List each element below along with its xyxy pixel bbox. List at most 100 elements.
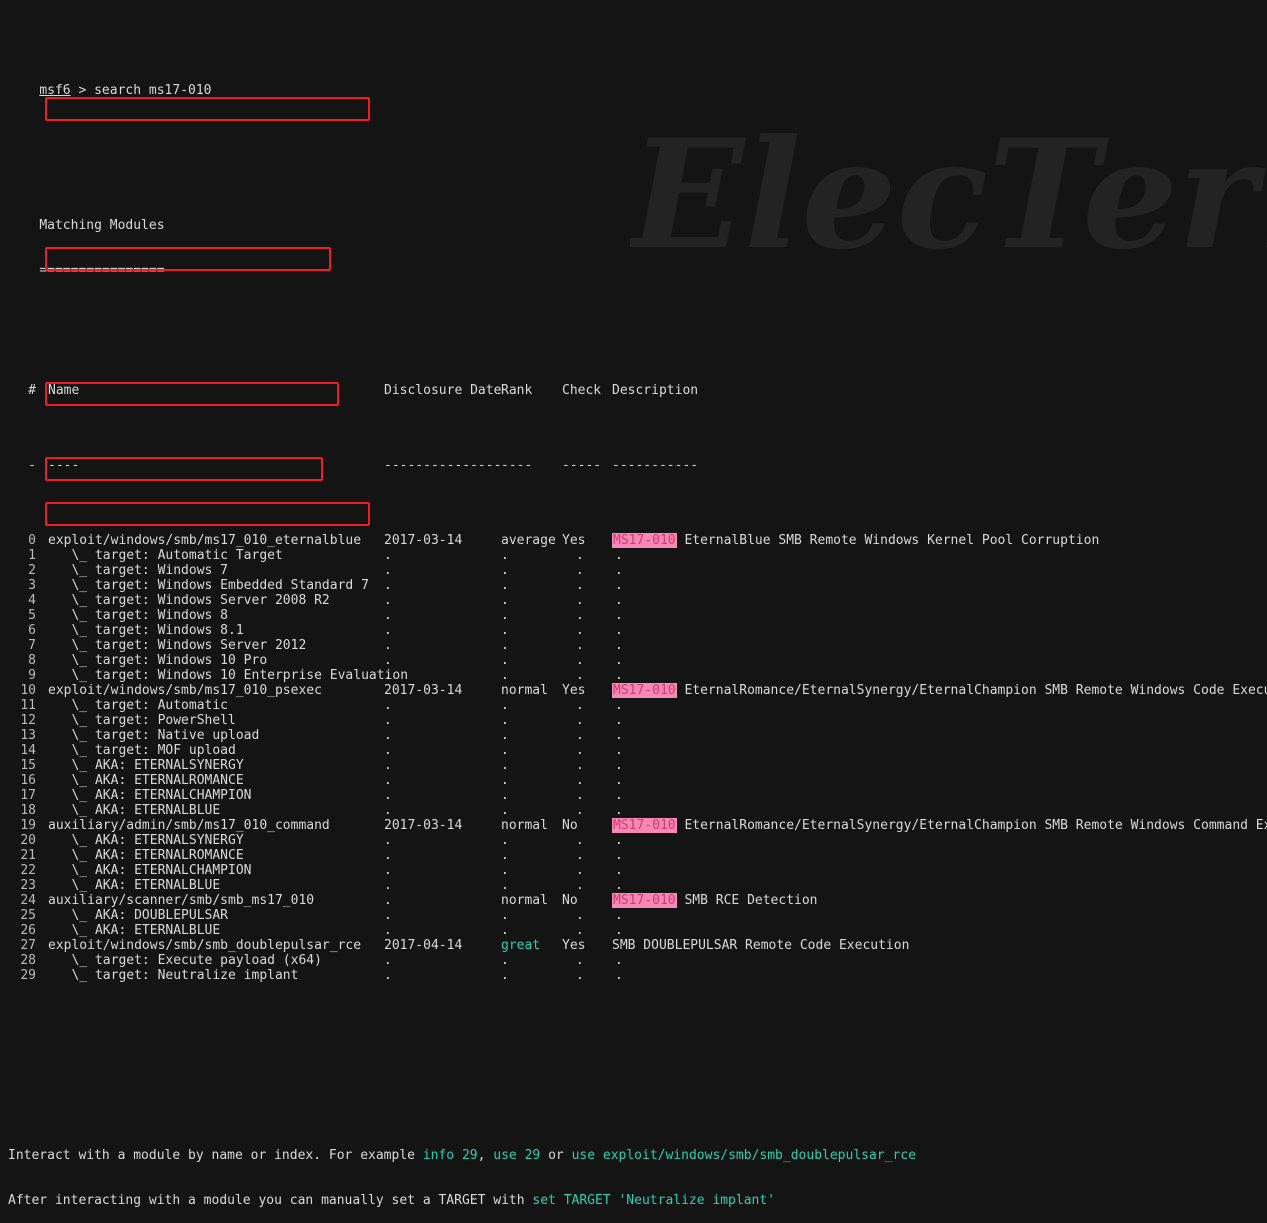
row-rank: .	[501, 773, 509, 788]
footer-command: use 29	[493, 1148, 541, 1163]
terminal-output[interactable]: msf6 > search ms17-010 Matching Modules …	[0, 0, 1267, 1208]
row-disclosure-date: .	[384, 923, 392, 938]
row-check: .	[576, 848, 584, 863]
row-check: .	[576, 548, 584, 563]
module-name[interactable]: exploit/windows/smb/ms17_010_psexec	[48, 683, 322, 698]
module-name[interactable]: exploit/windows/smb/smb_doublepulsar_rce	[48, 938, 361, 953]
table-row: 13 \_ target: Native upload....	[0, 728, 1267, 743]
row-index: 21	[20, 848, 36, 863]
row-description-cell: .	[615, 668, 623, 683]
table-row[interactable]: 19 auxiliary/admin/smb/ms17_010_command 20…	[0, 818, 1267, 833]
row-description-cell: .	[615, 623, 623, 638]
row-check: .	[576, 833, 584, 848]
row-disclosure-date: .	[384, 758, 392, 773]
row-disclosure-date: .	[384, 593, 392, 608]
row-description: .	[615, 608, 623, 623]
footer-command: set TARGET 'Neutralize implant'	[532, 1193, 776, 1208]
table-header-row: # Name Disclosure Date Rank Check Descri…	[0, 383, 1267, 398]
table-row[interactable]: 24 auxiliary/scanner/smb/smb_ms17_010. nor…	[0, 893, 1267, 908]
row-description-cell: .	[615, 713, 623, 728]
row-check: .	[576, 923, 584, 938]
row-description-cell: .	[615, 743, 623, 758]
module-detail: \_ target: Windows 8	[48, 608, 229, 623]
row-description-cell: SMB DOUBLEPULSAR Remote Code Execution	[612, 938, 909, 953]
row-check: .	[576, 803, 584, 818]
module-detail: \_ target: Neutralize implant	[48, 968, 299, 983]
row-disclosure-date: .	[384, 698, 392, 713]
row-description-cell: .	[615, 788, 623, 803]
rule-description: -----------	[612, 458, 699, 473]
row-description: .	[615, 788, 623, 803]
row-rank: normal	[501, 683, 548, 698]
row-index: 23	[20, 878, 36, 893]
table-body: 0 exploit/windows/smb/ms17_010_eternalblu…	[0, 533, 1267, 983]
row-index: 15	[20, 758, 36, 773]
row-index: 24	[20, 893, 36, 908]
row-rank: average	[501, 533, 556, 548]
row-index: 22	[20, 863, 36, 878]
section-underline: ================	[39, 263, 165, 278]
row-index: 18	[20, 803, 36, 818]
row-rank: .	[501, 593, 509, 608]
table-row[interactable]: 27 exploit/windows/smb/smb_doublepulsar_r…	[0, 938, 1267, 953]
row-disclosure-date: 2017-04-14	[384, 938, 463, 953]
table-row: 16 \_ AKA: ETERNALROMANCE....	[0, 773, 1267, 788]
row-check: .	[576, 758, 584, 773]
table-row: 26 \_ AKA: ETERNALBLUE....	[0, 923, 1267, 938]
table-row: 7 \_ target: Windows Server 2012....	[0, 638, 1267, 653]
row-description-cell: .	[615, 833, 623, 848]
table-row: 17 \_ AKA: ETERNALCHAMPION....	[0, 788, 1267, 803]
row-description-cell: .	[615, 638, 623, 653]
row-description-cell: .	[615, 608, 623, 623]
row-rank: .	[501, 713, 509, 728]
module-name[interactable]: auxiliary/admin/smb/ms17_010_command	[48, 818, 330, 833]
rule-name: ----	[48, 458, 80, 473]
row-description: .	[615, 623, 623, 638]
row-index: 19	[20, 818, 36, 833]
row-check: .	[576, 878, 584, 893]
row-description-cell: .	[615, 863, 623, 878]
row-disclosure-date: .	[384, 953, 392, 968]
row-disclosure-date: .	[384, 968, 392, 983]
footer-text: After interacting with a module you can …	[8, 1193, 533, 1208]
table-row: 23 \_ AKA: ETERNALBLUE....	[0, 878, 1267, 893]
table-row[interactable]: 0 exploit/windows/smb/ms17_010_eternalblu…	[0, 533, 1267, 548]
row-description-cell: .	[615, 953, 623, 968]
row-index: 13	[20, 728, 36, 743]
module-detail: \_ target: Windows Server 2012	[48, 638, 307, 653]
table-row: 15 \_ AKA: ETERNALSYNERGY....	[0, 758, 1267, 773]
row-rank: .	[501, 653, 509, 668]
row-description-cell: .	[615, 848, 623, 863]
row-index: 11	[20, 698, 36, 713]
table-row: 8 \_ target: Windows 10 Pro....	[0, 653, 1267, 668]
row-check: .	[576, 713, 584, 728]
table-row[interactable]: 10 exploit/windows/smb/ms17_010_psexec 201…	[0, 683, 1267, 698]
row-description: .	[615, 833, 623, 848]
row-description: .	[615, 593, 623, 608]
row-description-cell: .	[615, 578, 623, 593]
row-disclosure-date: 2017-03-14	[384, 533, 463, 548]
row-disclosure-date: .	[384, 668, 392, 683]
row-description: EternalRomance/EternalSynergy/EternalCha…	[676, 818, 1267, 833]
module-name[interactable]: auxiliary/scanner/smb/smb_ms17_010	[48, 893, 314, 908]
row-description-cell: MS17-010 EternalBlue SMB Remote Windows …	[612, 533, 1099, 548]
row-rank: .	[501, 623, 509, 638]
row-description: .	[615, 713, 623, 728]
row-disclosure-date: .	[384, 893, 392, 908]
row-description: .	[615, 923, 623, 938]
row-rank: .	[501, 548, 509, 563]
row-check: .	[576, 743, 584, 758]
row-description-cell: .	[615, 698, 623, 713]
row-rank: .	[501, 788, 509, 803]
row-rank: great	[501, 938, 541, 953]
row-index: 7	[28, 638, 36, 653]
section-title: Matching Modules	[39, 218, 165, 233]
table-row: 4 \_ target: Windows Server 2008 R2....	[0, 593, 1267, 608]
row-disclosure-date: .	[384, 653, 392, 668]
module-detail: \_ target: Execute payload (x64)	[48, 953, 322, 968]
table-row: 28 \_ target: Execute payload (x64)....	[0, 953, 1267, 968]
header-disclosure: Disclosure Date	[384, 383, 502, 398]
module-name[interactable]: exploit/windows/smb/ms17_010_eternalblue	[48, 533, 361, 548]
